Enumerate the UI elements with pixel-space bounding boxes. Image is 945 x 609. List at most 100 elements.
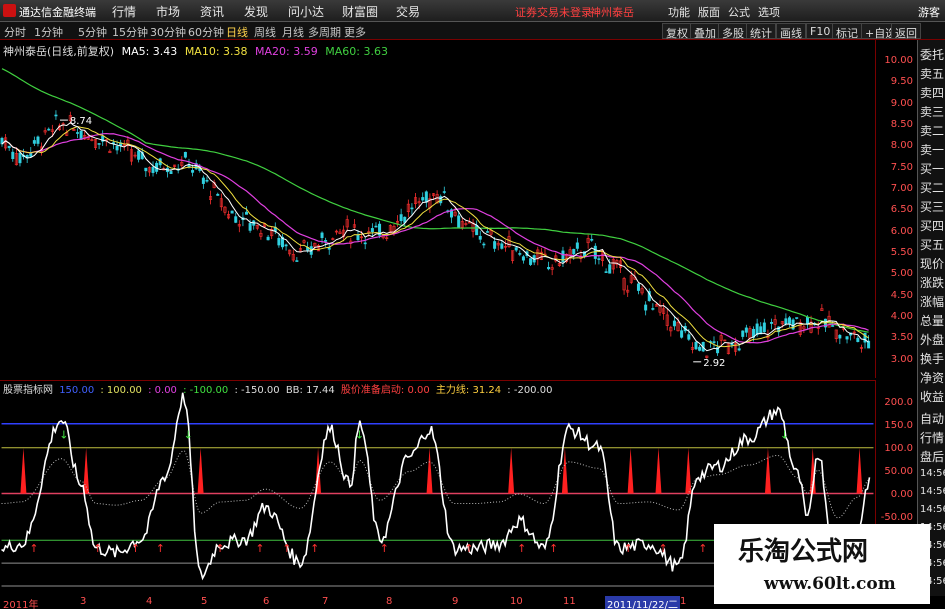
side-item-price[interactable]: 现价 (920, 255, 944, 272)
period-daily[interactable]: 日线 (226, 24, 248, 40)
candle-body (687, 334, 691, 340)
side-item-ask3[interactable]: 卖三 (920, 103, 944, 120)
menu-item-market[interactable]: 市场 (156, 3, 180, 20)
ma10-value: MA10: 3.38 (184, 45, 248, 58)
candle-body (320, 232, 324, 238)
draw-line-button[interactable]: 画线 (776, 23, 806, 40)
trade-login-alert[interactable]: 证券交易未登录 (515, 4, 592, 20)
side-item-earnings[interactable]: 收益 (920, 388, 944, 405)
stock-name-link[interactable]: 神州泰岳 (590, 4, 634, 20)
candle-body (482, 243, 486, 246)
candle-body (795, 317, 799, 319)
side-item-volume[interactable]: 总量 (920, 312, 944, 329)
side-item-net-assets[interactable]: 净资 (920, 369, 944, 386)
legend-minus100: : -100.00 (183, 385, 229, 396)
side-item-bid4[interactable]: 买四 (920, 217, 944, 234)
side-item-commission[interactable]: 委托 (920, 46, 944, 63)
menu-layout[interactable]: 版面 (698, 4, 720, 20)
side-item-quotes[interactable]: 行情 (920, 429, 944, 446)
price-axis-label: 4.00 (890, 311, 913, 322)
candle-body (97, 143, 101, 145)
indicator-caption: 股票指标网 (3, 385, 53, 396)
menu-function[interactable]: 功能 (668, 4, 690, 20)
candle-body (741, 330, 745, 337)
candle-body (266, 236, 270, 241)
side-item-ask1[interactable]: 卖一 (920, 141, 944, 158)
menu-formula[interactable]: 公式 (728, 4, 750, 20)
multi-stock-button[interactable]: 多股 (718, 23, 748, 40)
ma20-line (1, 132, 869, 344)
period-30min[interactable]: 30分钟 (150, 24, 186, 40)
side-item-ask4[interactable]: 卖四 (920, 84, 944, 101)
adjust-button[interactable]: 复权 (662, 23, 692, 40)
start-signal-spike (685, 447, 692, 494)
candle-body (324, 240, 328, 242)
side-item-ask2[interactable]: 卖二 (920, 122, 944, 139)
period-15min[interactable]: 15分钟 (112, 24, 148, 40)
candle-body (277, 238, 281, 246)
period-1min[interactable]: 1分钟 (34, 24, 63, 40)
candle-body (590, 238, 594, 241)
side-item-ask5[interactable]: 卖五 (920, 65, 944, 82)
candle-body (698, 346, 702, 351)
menu-item-trade[interactable]: 交易 (396, 3, 420, 20)
period-more[interactable]: 更多 (344, 24, 366, 40)
candle-body (529, 258, 533, 265)
ma5-line (1, 122, 869, 352)
candle-body (770, 322, 774, 324)
price-axis-label: 6.50 (890, 204, 913, 215)
side-item-change[interactable]: 涨跌 (920, 274, 944, 291)
side-item-bid1[interactable]: 买一 (920, 160, 944, 177)
candle-body (475, 225, 479, 236)
date-tick: 1 (680, 596, 687, 607)
stats-button[interactable]: 统计 (746, 23, 776, 40)
menu-item-wealth[interactable]: 财富圈 (342, 3, 378, 20)
side-item-auto[interactable]: 自动 (920, 410, 944, 427)
side-item-outer-volume[interactable]: 外盘 (920, 331, 944, 348)
date-tick: 10 (510, 596, 523, 607)
candle-body (597, 258, 601, 260)
f10-button[interactable]: F10 (806, 23, 835, 39)
period-multi[interactable]: 多周期 (308, 24, 341, 40)
back-button[interactable]: 返回 (891, 23, 921, 40)
candle-body (47, 128, 51, 131)
candle-body (575, 242, 579, 249)
candle-body (370, 228, 374, 233)
candle-body (137, 150, 141, 160)
period-monthly[interactable]: 月线 (282, 24, 304, 40)
legend-minus200: : -200.00 (507, 385, 553, 396)
period-weekly[interactable]: 周线 (254, 24, 276, 40)
period-tick[interactable]: 分时 (4, 24, 26, 40)
date-tick: 6 (263, 596, 270, 607)
price-chart[interactable]: 8.74 2.92 (0, 40, 876, 378)
side-item-after-hours[interactable]: 盘后 (920, 448, 944, 465)
side-item-bid5[interactable]: 买五 (920, 236, 944, 253)
buy-arrow-icon: ↑ (549, 542, 558, 555)
candle-body (831, 325, 835, 327)
side-item-bid2[interactable]: 买二 (920, 179, 944, 196)
menu-item-quotes[interactable]: 行情 (112, 3, 136, 20)
overlay-button[interactable]: 叠加 (690, 23, 720, 40)
candle-body (680, 330, 684, 338)
start-signal-spike (426, 447, 433, 494)
menu-options[interactable]: 选项 (758, 4, 780, 20)
menu-item-ask[interactable]: 问小达 (288, 3, 324, 20)
guest-label[interactable]: 游客 (918, 4, 940, 20)
legend-main-force: 主力线: 31.24 (435, 385, 502, 396)
side-item-turnover[interactable]: 换手 (920, 350, 944, 367)
app-title: 通达信金融终端 (19, 6, 96, 19)
watermark-url: www.60lt.com (764, 574, 896, 594)
candle-body (18, 152, 22, 164)
candle-body (485, 231, 489, 233)
side-item-bid3[interactable]: 买三 (920, 198, 944, 215)
candle-body (651, 308, 655, 310)
period-5min[interactable]: 5分钟 (78, 24, 107, 40)
indicator-axis-label: 200.0 (884, 397, 913, 408)
side-item-change-pct[interactable]: 涨幅 (920, 293, 944, 310)
period-60min[interactable]: 60分钟 (188, 24, 224, 40)
menu-item-news[interactable]: 资讯 (200, 3, 224, 20)
menu-item-discover[interactable]: 发现 (244, 3, 268, 20)
mark-button[interactable]: 标记 (832, 23, 862, 40)
candle-body (712, 341, 716, 343)
candle-body (478, 235, 482, 240)
